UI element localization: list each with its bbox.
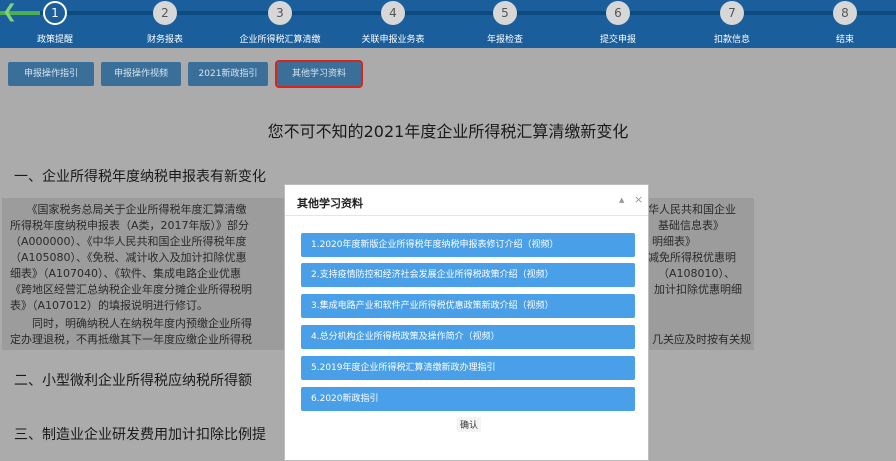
step-progress-bar: ❮ 1 政策提醒 2 财务报表 3 企业所得税汇算清缴 4 关联申报业务表 5 … — [0, 0, 896, 48]
step-number: 7 — [720, 1, 744, 25]
step-number: 3 — [268, 1, 292, 25]
material-link-1[interactable]: 1.2020年度新版企业所得税年度纳税申报表修订介绍（视频） — [301, 233, 635, 257]
tab-2021-policy-guide[interactable]: 2021新政指引 — [188, 62, 268, 86]
paragraph-line: 表》（A107012）的填报说明进行修订。 — [10, 299, 209, 312]
dialog-title: 其他学习资料 — [297, 197, 363, 210]
paragraph-line: 《国家税务总局关于企业所得税年度汇算清缴 — [10, 203, 247, 216]
paragraph-line: 细表》（A107040）、《软件、集成电路企业优惠 — [10, 267, 242, 280]
section-heading-3: 三、制造业企业研发费用加计扣除比例提 — [14, 427, 266, 443]
step-number: 5 — [493, 1, 517, 25]
step-number: 1 — [43, 1, 67, 25]
step-1[interactable]: 1 政策提醒 — [0, 0, 110, 48]
material-link-5[interactable]: 5.2019年度企业所得税汇算清缴新政办理指引 — [301, 356, 635, 380]
section-heading-2: 二、小型微利企业所得税应纳税所得额 — [14, 373, 252, 389]
dialog-divider — [285, 215, 648, 216]
confirm-button[interactable]: 确认 — [457, 417, 482, 432]
section-heading-1: 一、企业所得税年度纳税申报表有新变化 — [14, 169, 266, 185]
material-link-6[interactable]: 6.2020新政指引 — [301, 387, 635, 411]
step-2[interactable]: 2 财务报表 — [110, 0, 220, 48]
article-title: 您不可不知的2021年度企业所得税汇算清缴新变化 — [267, 122, 629, 141]
step-number: 4 — [381, 1, 405, 25]
paragraph-line-tail: 明细表》 — [652, 235, 696, 248]
paragraph-line: （A000000）、《中华人民共和国企业所得税年度 — [10, 235, 247, 248]
step-number: 2 — [153, 1, 177, 25]
paragraph-line-tail: （A108010）、 — [658, 267, 736, 280]
paragraph-line-tail: 减免所得税优惠明 — [648, 251, 736, 264]
material-link-3[interactable]: 3.集成电路产业和软件产业所得税优惠政策新政介绍（视频） — [301, 294, 635, 318]
step-label: 政策提醒 — [36, 35, 73, 45]
step-7[interactable]: 7 扣款信息 — [677, 0, 787, 48]
paragraph-line-tail: 加计扣除优惠明细 — [654, 283, 742, 296]
material-link-4[interactable]: 4.总分机构企业所得税政策及操作简介（视频） — [301, 325, 635, 349]
step-3[interactable]: 3 企业所得税汇算清缴 — [225, 0, 335, 48]
step-4[interactable]: 4 关联申报业务表 — [338, 0, 448, 48]
other-materials-dialog: 其他学习资料 ▲ × 1.2020年度新版企业所得税年度纳税申报表修订介绍（视频… — [284, 184, 649, 461]
tab-declaration-guide[interactable]: 申报操作指引 — [8, 62, 94, 86]
step-number: 8 — [833, 1, 857, 25]
step-number: 6 — [606, 1, 630, 25]
step-label: 企业所得税汇算清缴 — [239, 35, 321, 45]
step-label: 财务报表 — [146, 35, 183, 45]
paragraph-line: 同时，明确纳税人在纳税年度内预缴企业所得 — [10, 317, 252, 330]
step-8[interactable]: 8 结束 — [790, 0, 896, 48]
close-icon[interactable]: × — [634, 193, 643, 206]
step-label: 结束 — [835, 35, 854, 45]
paragraph-line-tail: 几关应及时按有关规 — [652, 333, 751, 346]
paragraph-line: 《跨地区经营汇总纳税企业年度分摊企业所得税明 — [10, 283, 252, 296]
material-link-2[interactable]: 2.支持疫情防控和经济社会发展企业所得税政策介绍（视频） — [301, 263, 635, 287]
step-6[interactable]: 6 提交申报 — [563, 0, 673, 48]
minimize-icon[interactable]: ▲ — [619, 196, 624, 204]
tab-other-materials[interactable]: 其他学习资料 — [275, 60, 363, 88]
paragraph-line-tail: 基础信息表》 — [658, 219, 724, 232]
step-label: 提交申报 — [599, 35, 636, 45]
step-label: 扣款信息 — [713, 35, 750, 45]
step-label: 年报检查 — [486, 35, 523, 45]
paragraph-line: （A105080）、《免税、减计收入及加计扣除优惠 — [10, 251, 247, 264]
step-5[interactable]: 5 年报检查 — [450, 0, 560, 48]
tab-declaration-video[interactable]: 申报操作视频 — [101, 62, 181, 86]
paragraph-line: 定办理退税，不再抵缴其下一年度应缴企业所得税 — [10, 333, 252, 346]
paragraph-line-tail: 华人民共和国企业 — [648, 203, 736, 216]
step-label: 关联申报业务表 — [361, 35, 425, 45]
paragraph-line: 所得税年度纳税申报表（A类，2017年版）》部分 — [10, 219, 250, 232]
